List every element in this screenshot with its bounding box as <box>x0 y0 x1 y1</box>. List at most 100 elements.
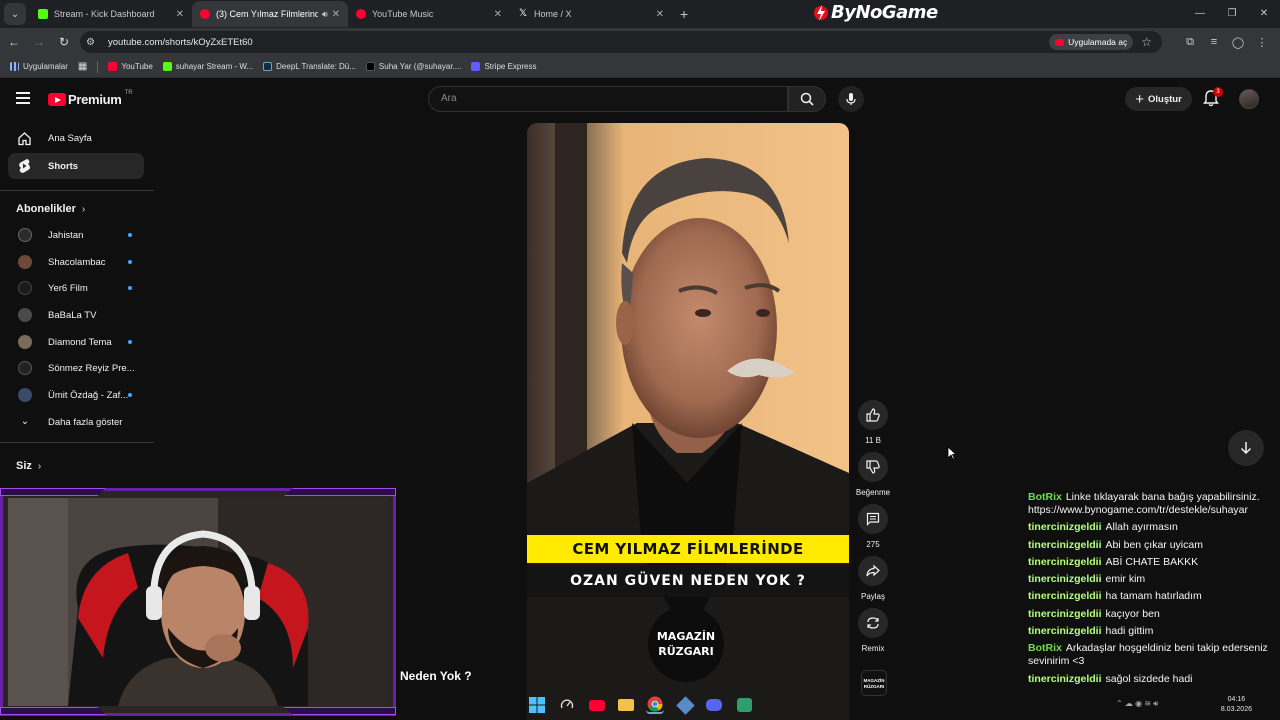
chat-message: tinercinizgeldii emir kim <box>1028 573 1146 586</box>
search-input[interactable]: Ara <box>428 86 788 112</box>
bookmark-apps[interactable]: Uygulamalar <box>10 62 68 71</box>
chrome-icon[interactable] <box>646 696 664 714</box>
site-info-icon[interactable]: ⚙︎ <box>86 37 104 48</box>
back-icon[interactable]: ← <box>3 35 25 49</box>
bookmark-stripe[interactable]: Stripe Express <box>471 62 536 71</box>
next-short-button[interactable] <box>1228 430 1264 466</box>
system-tray[interactable]: ⌃ ☁︎ ◉ ≋ 🔊︎ <box>1116 699 1158 709</box>
media-control-icon[interactable]: ≡ <box>1202 36 1226 48</box>
windows-taskbar: ⌃ ☁︎ ◉ ≋ 🔊︎ 04:16 8.03.2026 <box>396 690 1280 720</box>
bolt-icon <box>814 4 828 21</box>
profile-icon[interactable]: ◯ <box>1226 36 1250 49</box>
discord-icon[interactable] <box>705 696 723 714</box>
channel-watermark: MAGAZİN RÜZGARI <box>648 606 724 682</box>
x-icon: 𝕏 <box>518 8 528 19</box>
forward-icon[interactable]: → <box>28 35 50 49</box>
omnibox[interactable]: ⚙︎ youtube.com/shorts/kOyZxETEt60 Uygula… <box>80 31 1162 53</box>
bookmark-youtube[interactable]: YouTube <box>108 62 153 71</box>
tab-youtube-music[interactable]: YouTube Music ✕ <box>348 1 510 27</box>
hamburger-menu-icon[interactable] <box>16 92 30 104</box>
url-text[interactable]: youtube.com/shorts/kOyZxETEt60 <box>108 37 1049 48</box>
reload-icon[interactable]: ↻ <box>53 35 75 49</box>
bookmark-kick-stream[interactable]: suhayar Stream - W... <box>162 62 253 71</box>
youtube-header: Premium TR Ara + Oluştur 3 <box>0 80 1280 118</box>
frame-corner-decoration <box>0 488 106 496</box>
youtube-app-icon[interactable] <box>588 696 606 714</box>
chat-message: BotRix Linke tıklayarak bana bağış yapabi… <box>1028 491 1260 516</box>
channel-avatar <box>18 255 32 269</box>
search-button[interactable] <box>788 86 826 112</box>
restore-icon[interactable]: ❐ <box>1216 0 1248 28</box>
remix-button[interactable]: Remix <box>856 608 890 653</box>
create-button[interactable]: + Oluştur <box>1125 87 1192 111</box>
tab-kick-dashboard[interactable]: Stream - Kick Dashboard ✕ <box>30 1 192 27</box>
chat-message: BotRix Arkadaşlar hoşgeldiniz beni takip … <box>1028 642 1268 668</box>
close-icon[interactable]: ✕ <box>176 9 184 20</box>
extensions-icon[interactable]: ⧉ <box>1178 36 1202 49</box>
youtube-play-icon <box>48 93 66 106</box>
frame-corner-decoration <box>284 707 396 715</box>
voice-search-button[interactable] <box>838 86 864 112</box>
like-button[interactable]: 11 B <box>856 400 890 445</box>
bookmark-grid[interactable]: ▦ <box>78 61 87 72</box>
tab-youtube-short[interactable]: (3) Cem Yılmaz Filmlerinde 🔊︎ ✕ <box>192 1 348 27</box>
bookmark-star-icon[interactable]: ☆ <box>1141 35 1152 49</box>
menu-icon[interactable]: ⋮ <box>1250 36 1274 49</box>
bynogame-logo: ByNoGame <box>814 2 938 23</box>
chat-message: tinercinizgeldii ABİ CHATE BAKKK <box>1028 555 1199 568</box>
plus-icon: + <box>1135 90 1144 108</box>
subscription-item[interactable]: Ümit Özdağ - Zaf... <box>8 383 144 407</box>
video-caption-bottom: OZAN GÜVEN NEDEN YOK ? <box>527 565 849 597</box>
thumbs-up-icon <box>858 400 888 430</box>
dislike-button[interactable]: Beğenme <box>856 452 890 497</box>
account-avatar[interactable] <box>1239 89 1259 109</box>
comments-button[interactable]: 275 <box>856 504 890 549</box>
close-icon[interactable]: ✕ <box>656 9 664 20</box>
streaming-app-icon[interactable] <box>735 696 753 714</box>
channel-avatar <box>18 281 32 295</box>
speedometer-icon[interactable] <box>558 696 576 714</box>
youtube-icon <box>200 9 210 19</box>
close-window-icon[interactable]: ✕ <box>1248 0 1280 28</box>
close-icon[interactable]: ✕ <box>494 9 502 20</box>
windows-start-icon[interactable] <box>528 696 546 714</box>
chevron-right-icon: › <box>81 204 86 215</box>
clock[interactable]: 04:16 8.03.2026 <box>1221 695 1252 715</box>
subscriptions-header[interactable]: Abonelikler › <box>16 203 85 215</box>
show-more-button[interactable]: ⌄ Daha fazla göster <box>8 410 144 434</box>
subscription-item[interactable]: BaBaLa TV <box>8 303 144 327</box>
notifications-button[interactable]: 3 <box>1203 87 1223 109</box>
new-tab-button[interactable]: + <box>680 6 688 22</box>
home-icon <box>16 130 32 146</box>
deepl-icon <box>263 62 273 71</box>
youtube-music-icon <box>356 9 366 19</box>
subscription-item[interactable]: Diamond Tema <box>8 330 144 354</box>
open-in-app-button[interactable]: Uygulamada aç <box>1049 34 1134 50</box>
minimize-icon[interactable]: — <box>1184 0 1216 28</box>
tab-search-button[interactable]: ⌄ <box>4 3 26 25</box>
chat-message: tinercinizgeldii Abi ben çıkar uyicam <box>1028 538 1203 551</box>
share-button[interactable]: Paylaş <box>856 556 890 601</box>
subscription-item[interactable]: Shacolambac <box>8 250 144 274</box>
sidebar-item-shorts[interactable]: Shorts <box>8 153 144 179</box>
sidebar-divider <box>0 190 154 191</box>
speaker-icon[interactable]: 🔊︎ <box>322 9 328 20</box>
bookmark-deepl[interactable]: DeepL Translate: Dü... <box>263 62 356 71</box>
tab-x-home[interactable]: 𝕏 Home / X ✕ <box>510 1 672 27</box>
subscription-item[interactable]: Jahistan <box>8 223 144 247</box>
app-cube-icon[interactable] <box>675 695 695 715</box>
youtube-premium-logo[interactable]: Premium TR <box>48 90 133 107</box>
subscription-item[interactable]: Sönmez Reyiz Pre... <box>8 356 144 380</box>
short-title[interactable]: Neden Yok ? <box>400 669 472 683</box>
subscription-item[interactable]: Yer6 Film <box>8 276 144 300</box>
mouse-cursor-icon <box>947 446 957 460</box>
share-icon <box>858 556 888 586</box>
bookmarks-bar: Uygulamalar ▦ YouTube suhayar Stream - W… <box>0 56 1280 78</box>
kick-icon <box>38 9 48 19</box>
sidebar-item-home[interactable]: Ana Sayfa <box>8 125 144 151</box>
shorts-video-player[interactable]: CEM YILMAZ FİLMLERİNDE OZAN GÜVEN NEDEN … <box>527 123 849 720</box>
bookmark-tiktok[interactable]: Suha Yar (@suhayar.... <box>365 62 461 71</box>
close-icon[interactable]: ✕ <box>332 9 340 20</box>
file-explorer-icon[interactable] <box>617 696 635 714</box>
you-header[interactable]: Siz › <box>16 460 41 472</box>
